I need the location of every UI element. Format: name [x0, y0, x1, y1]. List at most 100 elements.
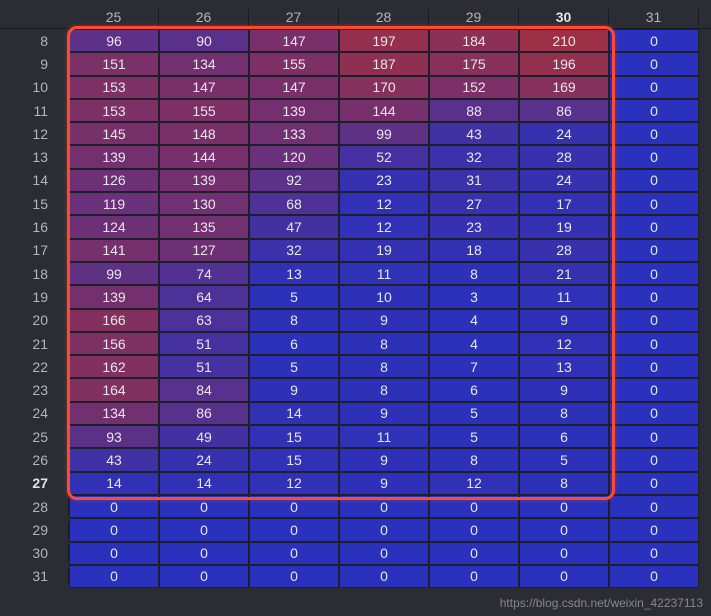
cell[interactable]: 0 — [609, 239, 699, 262]
cell[interactable]: 0 — [609, 215, 699, 238]
cell[interactable]: 52 — [339, 145, 429, 168]
cell[interactable]: 6 — [429, 378, 519, 401]
cell[interactable]: 0 — [609, 448, 699, 471]
cell[interactable]: 0 — [609, 192, 699, 215]
cell[interactable]: 147 — [249, 29, 339, 52]
cell[interactable]: 196 — [519, 52, 609, 75]
cell[interactable]: 11 — [519, 285, 609, 308]
cell[interactable]: 0 — [609, 262, 699, 285]
cell[interactable]: 43 — [69, 448, 159, 471]
cell[interactable]: 0 — [69, 518, 159, 541]
col-header[interactable]: 29 — [429, 9, 519, 25]
cell[interactable]: 148 — [159, 122, 249, 145]
cell[interactable]: 8 — [339, 332, 429, 355]
cell[interactable]: 0 — [429, 565, 519, 588]
row-header[interactable]: 15 — [0, 196, 69, 212]
cell[interactable]: 43 — [429, 122, 519, 145]
cell[interactable]: 0 — [609, 29, 699, 52]
row-header[interactable]: 13 — [0, 149, 69, 165]
cell[interactable]: 166 — [69, 309, 159, 332]
cell[interactable]: 6 — [519, 425, 609, 448]
cell[interactable]: 155 — [159, 99, 249, 122]
cell[interactable]: 27 — [429, 192, 519, 215]
cell[interactable]: 24 — [159, 448, 249, 471]
row-header[interactable]: 27 — [0, 475, 69, 491]
row-header[interactable]: 11 — [0, 103, 69, 119]
cell[interactable]: 4 — [429, 332, 519, 355]
cell[interactable]: 175 — [429, 52, 519, 75]
row-header[interactable]: 30 — [0, 545, 69, 561]
cell[interactable]: 5 — [519, 448, 609, 471]
cell[interactable]: 130 — [159, 192, 249, 215]
cell[interactable]: 96 — [69, 29, 159, 52]
cell[interactable]: 12 — [339, 192, 429, 215]
cell[interactable]: 0 — [339, 565, 429, 588]
cell[interactable]: 0 — [609, 99, 699, 122]
cell[interactable]: 51 — [159, 355, 249, 378]
cell[interactable]: 15 — [249, 425, 339, 448]
col-header[interactable]: 31 — [609, 9, 699, 25]
cell[interactable]: 0 — [609, 378, 699, 401]
cell[interactable]: 13 — [519, 355, 609, 378]
cell[interactable]: 151 — [69, 52, 159, 75]
cell[interactable]: 134 — [69, 402, 159, 425]
row-header[interactable]: 16 — [0, 219, 69, 235]
cell[interactable]: 0 — [159, 542, 249, 565]
cell[interactable]: 86 — [519, 99, 609, 122]
cell[interactable]: 0 — [69, 495, 159, 518]
row-header[interactable]: 20 — [0, 312, 69, 328]
cell[interactable]: 84 — [159, 378, 249, 401]
cell[interactable]: 145 — [69, 122, 159, 145]
cell[interactable]: 14 — [69, 472, 159, 495]
cell[interactable]: 99 — [339, 122, 429, 145]
cell[interactable]: 11 — [339, 425, 429, 448]
cell[interactable]: 120 — [249, 145, 339, 168]
cell[interactable]: 14 — [249, 402, 339, 425]
cell[interactable]: 135 — [159, 215, 249, 238]
cell[interactable]: 3 — [429, 285, 519, 308]
cell[interactable]: 12 — [519, 332, 609, 355]
cell[interactable]: 32 — [429, 145, 519, 168]
cell[interactable]: 8 — [429, 262, 519, 285]
cell[interactable]: 0 — [249, 542, 339, 565]
cell[interactable]: 0 — [609, 122, 699, 145]
cell[interactable]: 0 — [339, 542, 429, 565]
cell[interactable]: 0 — [519, 518, 609, 541]
cell[interactable]: 162 — [69, 355, 159, 378]
cell[interactable]: 8 — [429, 448, 519, 471]
cell[interactable]: 0 — [339, 495, 429, 518]
cell[interactable]: 0 — [609, 542, 699, 565]
cell[interactable]: 0 — [609, 518, 699, 541]
cell[interactable]: 0 — [159, 518, 249, 541]
cell[interactable]: 47 — [249, 215, 339, 238]
cell[interactable]: 93 — [69, 425, 159, 448]
row-header[interactable]: 17 — [0, 242, 69, 258]
cell[interactable]: 124 — [69, 215, 159, 238]
cell[interactable]: 139 — [249, 99, 339, 122]
cell[interactable]: 0 — [609, 495, 699, 518]
cell[interactable]: 133 — [249, 122, 339, 145]
cell[interactable]: 0 — [609, 309, 699, 332]
cell[interactable]: 9 — [339, 472, 429, 495]
cell[interactable]: 139 — [159, 169, 249, 192]
cell[interactable]: 156 — [69, 332, 159, 355]
cell[interactable]: 8 — [339, 378, 429, 401]
row-header[interactable]: 8 — [0, 33, 69, 49]
cell[interactable]: 19 — [519, 215, 609, 238]
cell[interactable]: 0 — [519, 542, 609, 565]
cell[interactable]: 14 — [159, 472, 249, 495]
cell[interactable]: 8 — [519, 402, 609, 425]
cell[interactable]: 153 — [69, 99, 159, 122]
cell[interactable]: 0 — [609, 355, 699, 378]
cell[interactable]: 0 — [429, 495, 519, 518]
cell[interactable]: 0 — [429, 542, 519, 565]
cell[interactable]: 0 — [339, 518, 429, 541]
row-header[interactable]: 28 — [0, 499, 69, 515]
row-header[interactable]: 23 — [0, 382, 69, 398]
cell[interactable]: 141 — [69, 239, 159, 262]
col-header[interactable]: 27 — [249, 9, 339, 25]
cell[interactable]: 0 — [609, 565, 699, 588]
row-header[interactable]: 22 — [0, 359, 69, 375]
cell[interactable]: 0 — [159, 495, 249, 518]
cell[interactable]: 12 — [429, 472, 519, 495]
